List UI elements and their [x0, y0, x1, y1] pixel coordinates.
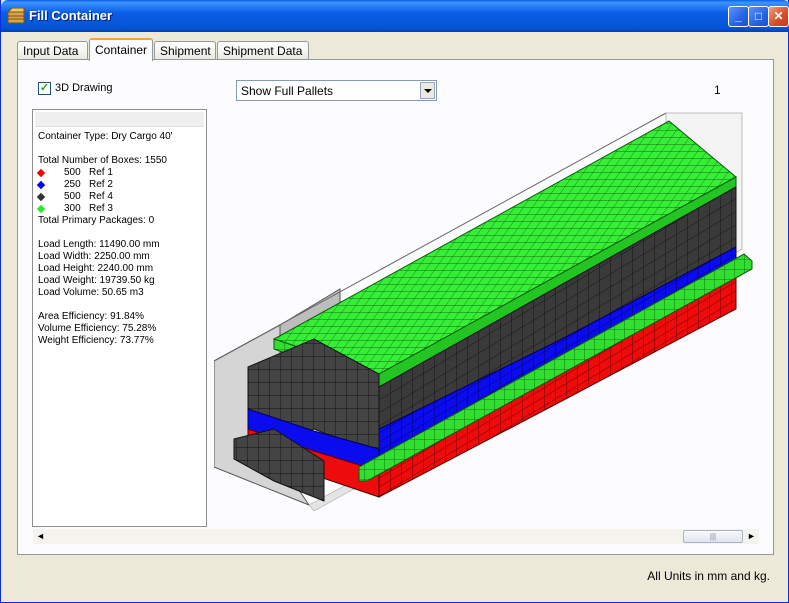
drawing-3d-checkbox[interactable]: ✓: [38, 82, 51, 95]
horizontal-scrollbar[interactable]: ◄ ||| ►: [33, 529, 759, 544]
app-window: Fill Container _ □ ✕ Input Data Containe…: [0, 0, 789, 603]
title-bar[interactable]: Fill Container _ □ ✕: [1, 0, 789, 32]
ref-color-icon: [36, 168, 46, 178]
ref-quantity: 500: [64, 191, 81, 202]
tab-container[interactable]: Container: [89, 38, 153, 61]
container-3d-drawing[interactable]: [214, 109, 759, 527]
scroll-thumb[interactable]: |||: [683, 530, 743, 543]
tab-input-data[interactable]: Input Data: [17, 41, 88, 60]
ref-name: Ref 3: [89, 203, 113, 214]
ref-name: Ref 2: [89, 179, 113, 190]
app-icon: [7, 8, 25, 24]
load-length-text: Load Length: 11490.00 mm: [38, 239, 160, 250]
load-weight-text: Load Weight: 19739.50 kg: [38, 275, 155, 286]
maximize-button[interactable]: □: [748, 6, 769, 27]
total-primary-text: Total Primary Packages: 0: [38, 215, 155, 226]
minimize-button[interactable]: _: [728, 6, 749, 27]
chevron-down-icon: [424, 89, 432, 93]
ref-name: Ref 4: [89, 191, 113, 202]
ref-quantity: 250: [64, 179, 81, 190]
weight-efficiency-text: Weight Efficiency: 73.77%: [38, 335, 154, 346]
load-height-text: Load Height: 2240.00 mm: [38, 263, 154, 274]
area-efficiency-text: Area Efficiency: 91.84%: [38, 311, 144, 322]
info-panel-header: [35, 112, 204, 127]
ref-color-icon: [36, 192, 46, 202]
dropdown-button[interactable]: [420, 82, 435, 99]
view-mode-value: Show Full Pallets: [241, 84, 334, 98]
scroll-left-icon[interactable]: ◄: [33, 529, 48, 544]
ref-color-icon: [36, 180, 46, 190]
drawing-3d-label[interactable]: 3D Drawing: [55, 82, 112, 94]
total-boxes-text: Total Number of Boxes: 1550: [38, 155, 167, 166]
load-info-panel: Container Type: Dry Cargo 40' Total Numb…: [32, 109, 207, 527]
ref-color-icon: [36, 204, 46, 214]
window-title: Fill Container: [29, 8, 113, 23]
ref-name: Ref 1: [89, 167, 113, 178]
container-type-text: Container Type: Dry Cargo 40': [38, 131, 173, 142]
container-tab-panel: ✓ 3D Drawing Show Full Pallets 1 Contain…: [17, 59, 774, 555]
ref-quantity: 500: [64, 167, 81, 178]
tab-shipment-data[interactable]: Shipment Data: [217, 41, 309, 60]
scroll-right-icon[interactable]: ►: [744, 529, 759, 544]
volume-efficiency-text: Volume Efficiency: 75.28%: [38, 323, 157, 334]
view-mode-select[interactable]: Show Full Pallets: [236, 80, 437, 101]
load-width-text: Load Width: 2250.00 mm: [38, 251, 150, 262]
tab-shipment[interactable]: Shipment: [154, 41, 216, 60]
close-button[interactable]: ✕: [768, 6, 789, 27]
ref-quantity: 300: [64, 203, 81, 214]
page-number: 1: [714, 83, 721, 97]
units-note: All Units in mm and kg.: [647, 569, 770, 583]
load-volume-text: Load Volume: 50.65 m3: [38, 287, 144, 298]
